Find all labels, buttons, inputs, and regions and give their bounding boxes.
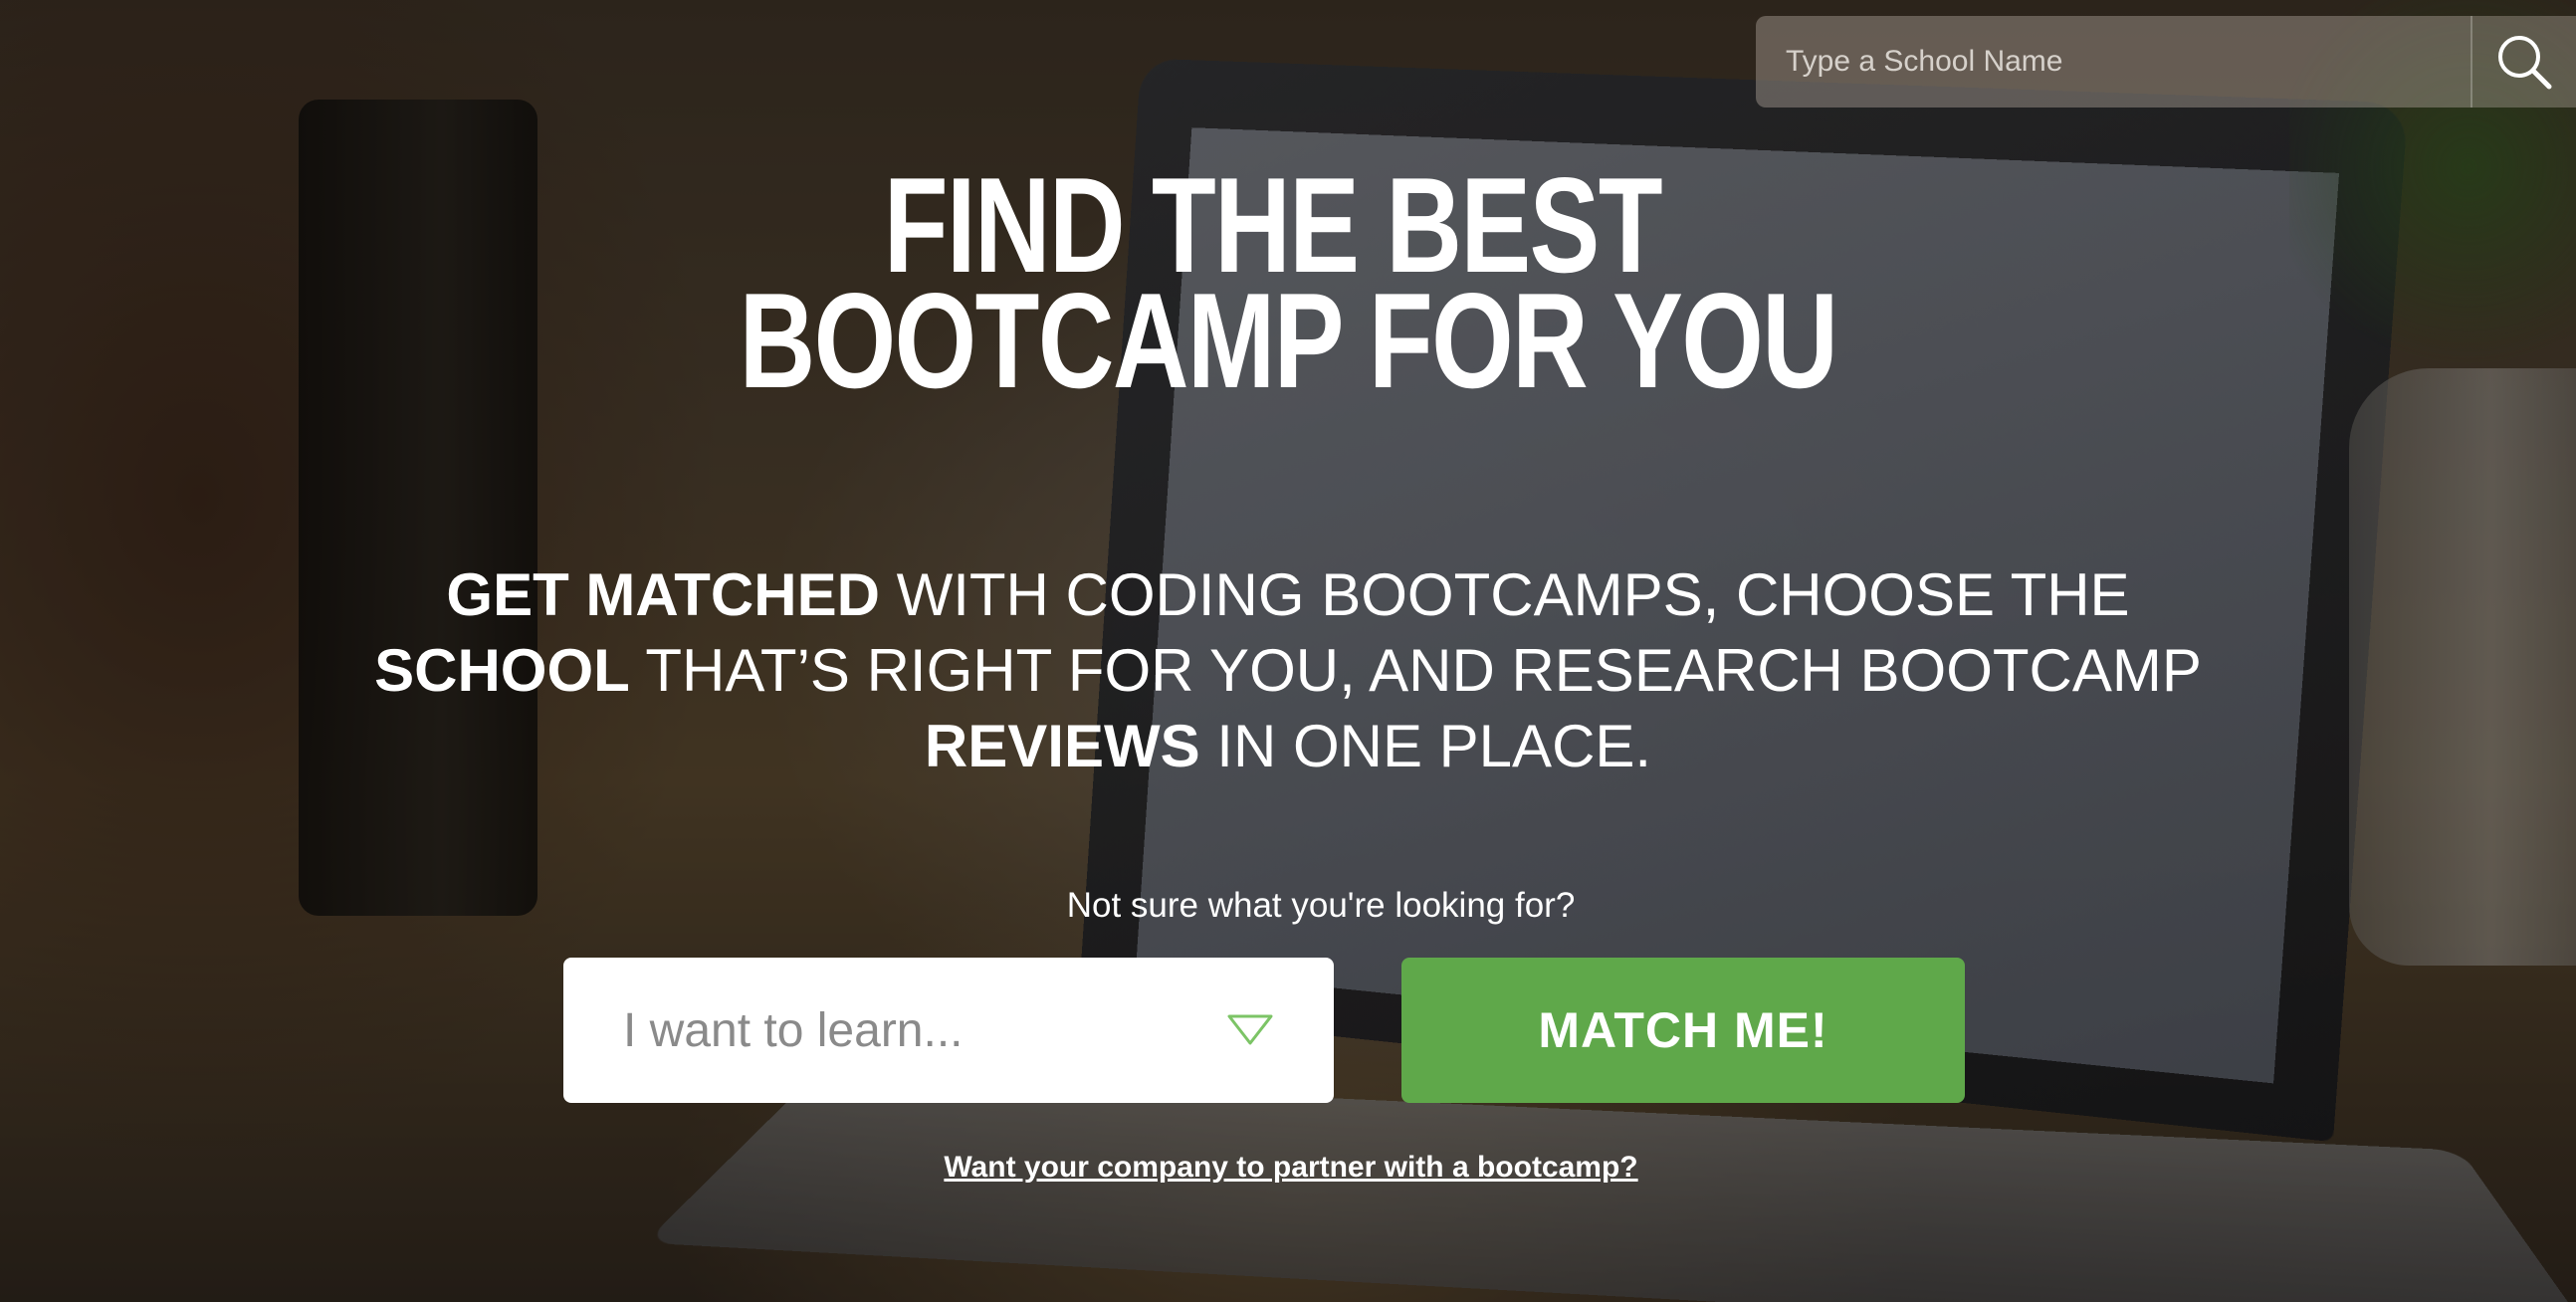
match-prompt: Not sure what you're looking for? (1066, 886, 1576, 925)
search-icon (2498, 36, 2552, 90)
tagline-reviews: REVIEWS (924, 713, 1200, 779)
headline-line-2: BOOTCAMP FOR YOU (739, 265, 1838, 416)
page-headline: FIND THE BEST BOOTCAMP FOR YOU (284, 157, 2293, 416)
tagline-get-matched: GET MATCHED (446, 561, 880, 628)
chevron-down-icon (1227, 1014, 1273, 1045)
learn-topic-placeholder: I want to learn... (623, 1003, 964, 1057)
partner-with-bootcamp-link[interactable]: Want your company to partner with a boot… (0, 1151, 2576, 1185)
tagline-school: SCHOOL (374, 637, 630, 704)
school-search-bar (1756, 16, 2576, 108)
school-search-button[interactable] (2470, 16, 2576, 108)
hero-tagline: GET MATCHED WITH CODING BOOTCAMPS, CHOOS… (328, 557, 2248, 784)
tagline-text-2: THAT’S RIGHT FOR YOU, AND RESEARCH BOOTC… (629, 637, 2202, 704)
tagline-text-3: IN ONE PLACE. (1199, 713, 1652, 779)
school-search-input[interactable] (1756, 16, 2470, 108)
match-me-button[interactable]: MATCH ME! (1401, 958, 1965, 1103)
tagline-text-1: WITH CODING BOOTCAMPS, CHOOSE THE (879, 561, 2130, 628)
learn-topic-select[interactable]: I want to learn... (563, 958, 1334, 1103)
